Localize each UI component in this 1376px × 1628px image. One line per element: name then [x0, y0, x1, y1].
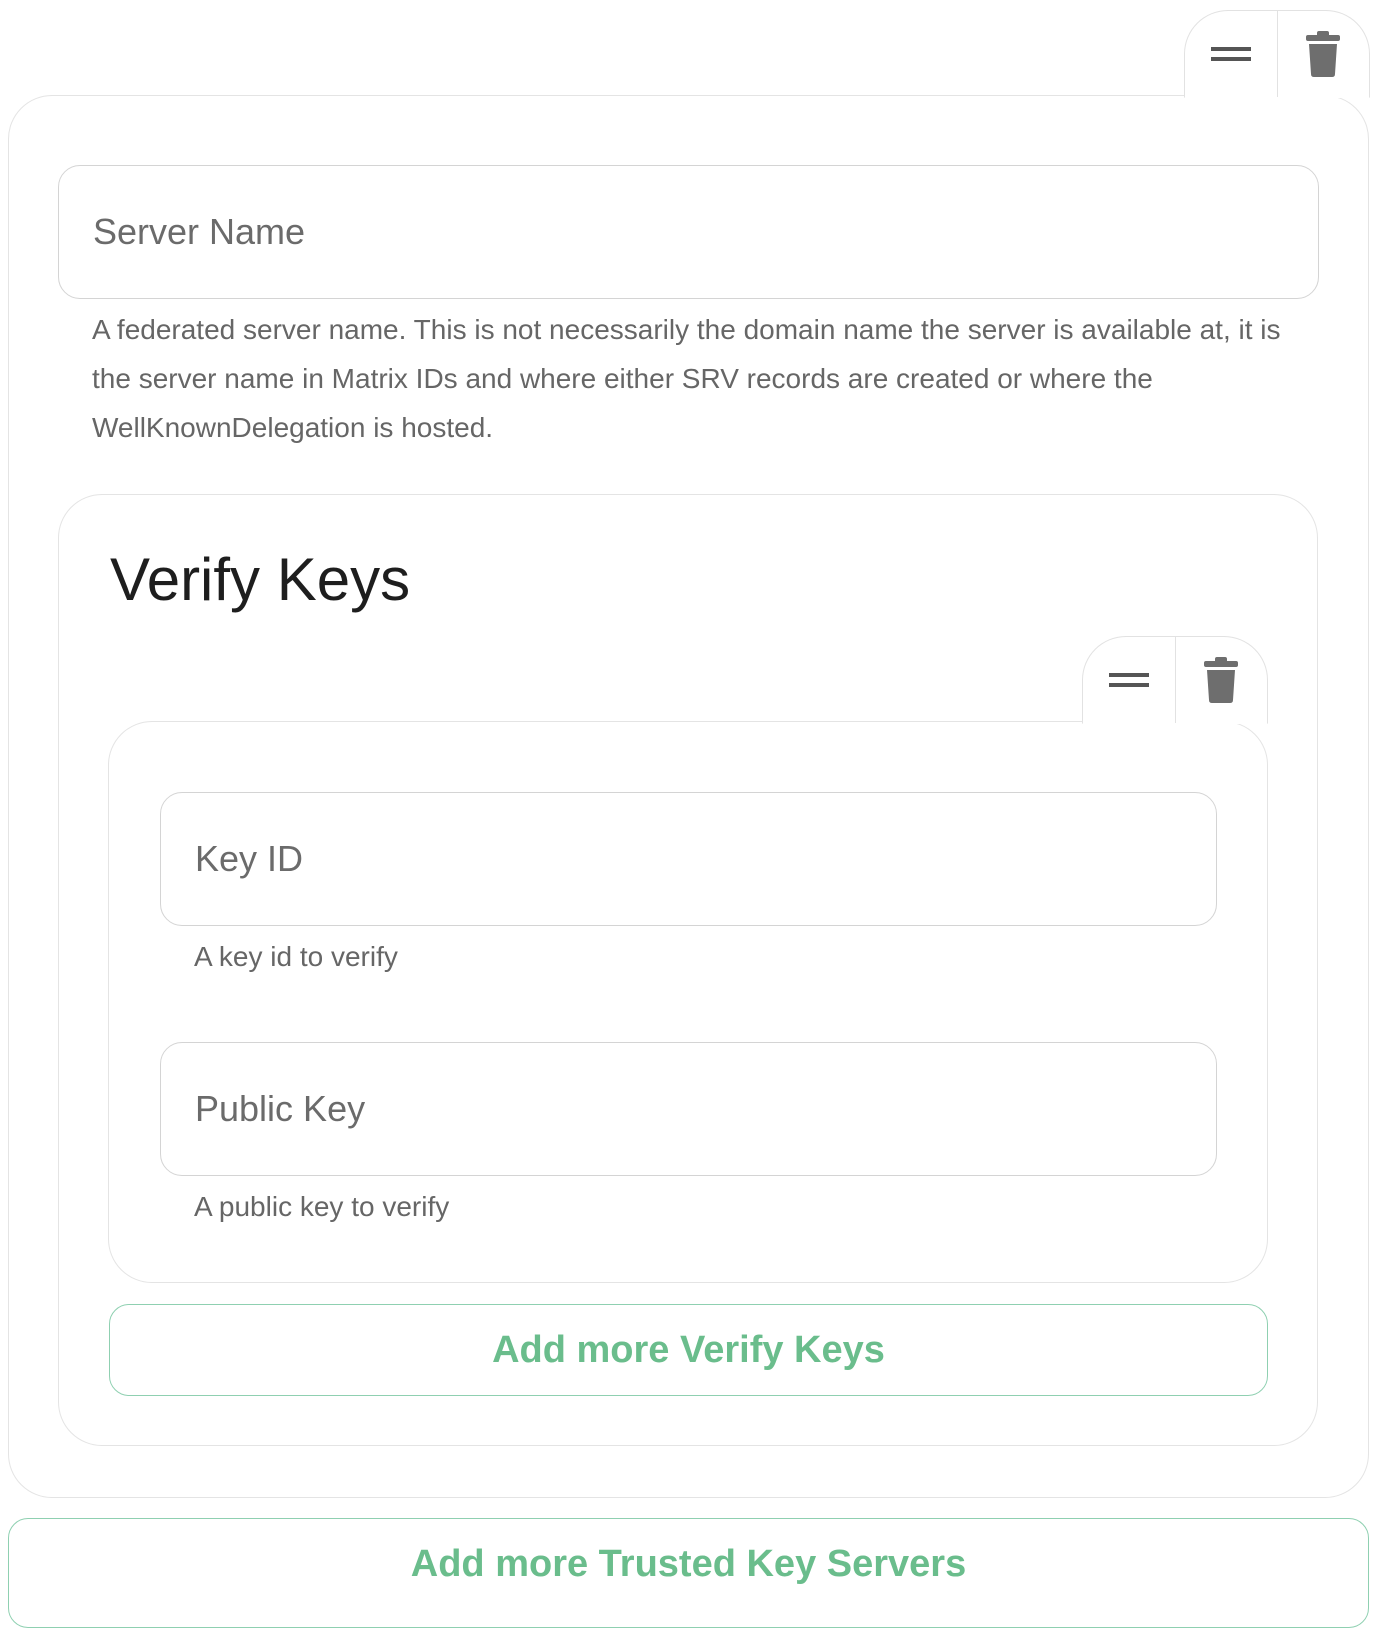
- server-drag-handle[interactable]: [1185, 11, 1277, 97]
- server-item-toolbar: [1184, 10, 1370, 98]
- trash-icon: [1306, 31, 1341, 77]
- key-id-help: A key id to verify: [194, 941, 398, 972]
- verify-keys-title: Verify Keys: [110, 546, 411, 613]
- drag-handle-icon: [1108, 673, 1149, 687]
- key-id-field[interactable]: [160, 792, 1217, 926]
- public-key-help: A public key to verify: [194, 1191, 450, 1222]
- trash-icon: [1204, 657, 1239, 703]
- key-id-input[interactable]: [161, 793, 1216, 925]
- server-delete-button[interactable]: [1276, 11, 1370, 97]
- add-verify-keys-button[interactable]: Add more Verify Keys: [109, 1304, 1268, 1396]
- server-name-help: A federated server name. This is not nec…: [92, 314, 1281, 443]
- drag-handle-icon: [1210, 47, 1251, 61]
- add-trusted-key-servers-button[interactable]: Add more Trusted Key Servers: [8, 1518, 1369, 1628]
- server-name-field[interactable]: [58, 165, 1319, 299]
- verify-key-delete-button[interactable]: [1174, 637, 1268, 723]
- public-key-field[interactable]: [160, 1042, 1217, 1176]
- verify-key-drag-handle[interactable]: [1083, 637, 1175, 723]
- public-key-input[interactable]: [161, 1043, 1216, 1175]
- verify-key-item-toolbar: [1082, 636, 1268, 724]
- server-name-input[interactable]: [59, 166, 1318, 298]
